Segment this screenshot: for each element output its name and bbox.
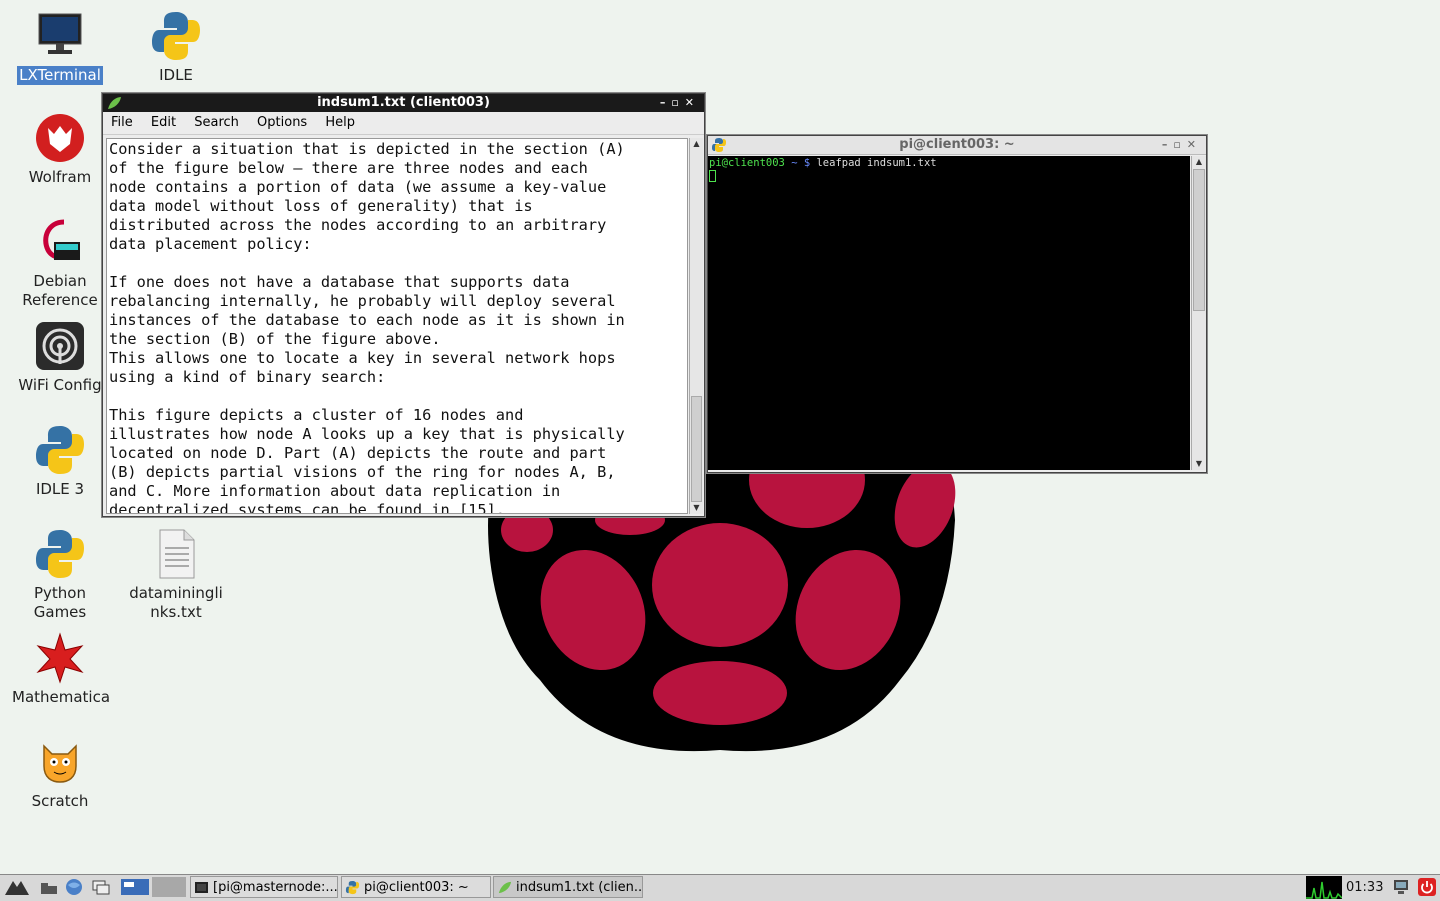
- minimize-icon[interactable]: –: [660, 96, 672, 109]
- menu-file[interactable]: File: [111, 115, 133, 130]
- desktop-icon-debian-reference[interactable]: Debian Reference: [10, 216, 110, 310]
- power-icon[interactable]: [1418, 878, 1436, 896]
- leafpad-title: indsum1.txt (client003): [317, 95, 490, 110]
- maximize-icon[interactable]: ▫: [671, 96, 684, 109]
- clock[interactable]: 01:33: [1346, 875, 1383, 901]
- terminal-app-icon: [712, 138, 726, 152]
- desktop-icon-scratch[interactable]: Scratch: [10, 736, 110, 811]
- leafpad-window[interactable]: indsum1.txt (client003) –▫✕ File Edit Se…: [102, 93, 705, 517]
- menu-edit[interactable]: Edit: [151, 115, 176, 130]
- document-text[interactable]: Consider a situation that is depicted in…: [107, 139, 687, 513]
- scroll-thumb[interactable]: [1193, 169, 1205, 311]
- prompt-path: ~ $: [791, 157, 811, 169]
- leafpad-icon: [498, 881, 512, 894]
- desktop-pager-icon[interactable]: [120, 877, 150, 897]
- menu-help[interactable]: Help: [325, 115, 355, 130]
- task-masternode[interactable]: [pi@masternode:...: [190, 876, 338, 898]
- desktop-icon-lxterminal[interactable]: LXTerminal: [10, 10, 110, 85]
- web-browser-icon[interactable]: [63, 877, 85, 897]
- terminal-command: leafpad indsum1.txt: [816, 157, 937, 169]
- python-icon: [152, 12, 200, 60]
- terminal-output[interactable]: pi@client003 ~ $ leafpad indsum1.txt: [708, 156, 1190, 470]
- scroll-down-icon[interactable]: ▼: [1192, 458, 1206, 470]
- windows-icon[interactable]: [90, 877, 112, 897]
- cpu-monitor-icon: [1306, 876, 1342, 899]
- mathematica-star-icon: [36, 632, 84, 684]
- terminal-icon: [195, 882, 208, 893]
- terminal-window[interactable]: pi@client003: ~ –▫✕ pi@client003 ~ $ lea…: [707, 135, 1207, 473]
- menu-icon[interactable]: [4, 877, 30, 897]
- wolfram-icon: [36, 114, 84, 162]
- scratch-cat-icon: [43, 744, 77, 783]
- close-icon[interactable]: ✕: [685, 96, 700, 109]
- scroll-up-icon[interactable]: ▲: [690, 138, 703, 150]
- terminal-title: pi@client003: ~: [899, 137, 1015, 152]
- desktop-icon-text-file[interactable]: dataminingli nks.txt: [126, 528, 226, 622]
- menu-search[interactable]: Search: [194, 115, 239, 130]
- menu-options[interactable]: Options: [257, 115, 307, 130]
- prompt-user: pi@client003: [709, 157, 785, 169]
- desktop-icon-idle3[interactable]: IDLE 3: [10, 424, 110, 499]
- pager-desktop-2[interactable]: [152, 877, 186, 897]
- screen-lock-icon[interactable]: [1392, 878, 1410, 896]
- terminal-cursor: [709, 170, 716, 182]
- python-icon: [36, 426, 84, 474]
- leafpad-icon: [108, 97, 121, 109]
- task-leafpad[interactable]: indsum1.txt (clien...: [493, 876, 643, 898]
- text-editor-area[interactable]: Consider a situation that is depicted in…: [106, 138, 688, 514]
- maximize-icon[interactable]: ▫: [1173, 138, 1186, 151]
- leafpad-scrollbar[interactable]: ▲ ▼: [689, 138, 703, 514]
- text-file-icon: [159, 529, 195, 579]
- minimize-icon[interactable]: –: [1162, 138, 1174, 151]
- scroll-up-icon[interactable]: ▲: [1192, 156, 1206, 168]
- monitor-icon: [38, 13, 82, 54]
- task-client003-terminal[interactable]: pi@client003: ~: [341, 876, 491, 898]
- wifi-icon: [36, 322, 84, 370]
- leafpad-titlebar[interactable]: indsum1.txt (client003) –▫✕: [103, 94, 704, 112]
- scroll-down-icon[interactable]: ▼: [690, 502, 703, 514]
- desktop-icon-python-games[interactable]: Python Games: [10, 528, 110, 622]
- desktop-icon-wolfram[interactable]: Wolfram: [10, 112, 110, 187]
- python-icon: [36, 530, 84, 578]
- close-icon[interactable]: ✕: [1187, 138, 1202, 151]
- taskbar: [pi@masternode:... pi@client003: ~ indsu…: [0, 874, 1440, 901]
- terminal-titlebar[interactable]: pi@client003: ~ –▫✕: [708, 136, 1206, 155]
- desktop-icon-mathematica[interactable]: Mathematica: [10, 632, 110, 707]
- desktop-icon-wifi-config[interactable]: WiFi Config: [10, 320, 110, 395]
- debian-icon: [43, 219, 80, 260]
- scroll-thumb[interactable]: [691, 396, 702, 502]
- leafpad-menubar: File Edit Search Options Help: [103, 112, 704, 135]
- terminal-scrollbar[interactable]: ▲ ▼: [1191, 156, 1206, 470]
- desktop-icon-idle[interactable]: IDLE: [126, 10, 226, 85]
- file-manager-icon[interactable]: [38, 877, 60, 897]
- python-icon: [345, 880, 360, 895]
